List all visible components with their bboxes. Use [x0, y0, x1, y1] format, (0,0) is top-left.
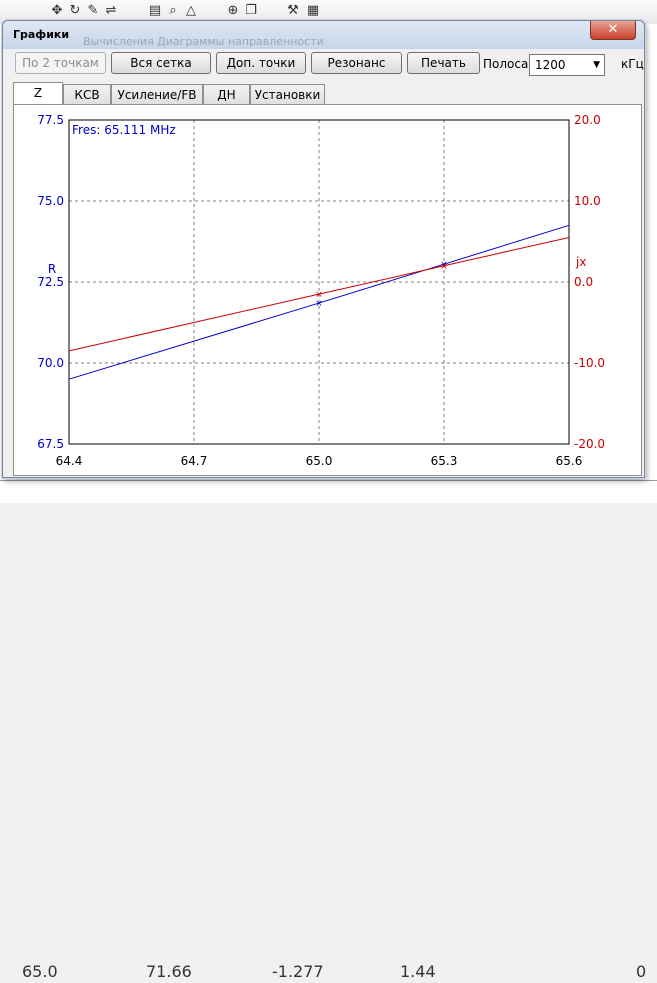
resonance-annotation: Fres: 65.111 MHz — [72, 123, 176, 137]
background-title-ghost: Вычисления Диаграммы направленности — [83, 35, 324, 48]
close-button[interactable]: ✕ — [590, 21, 636, 40]
tab-z[interactable]: Z — [13, 82, 63, 104]
series-marker-jx: × — [315, 290, 323, 300]
chart-panel: 64.4 64.7 65.0 65.3 65.6 67.5 70.0 72.5 75.0 77.5… — [13, 104, 642, 476]
magnifier-icon: ⌕ — [169, 3, 177, 18]
triangle-icon: △ — [186, 3, 196, 18]
bg-cell-freq: 65.0 — [22, 962, 58, 981]
full-grid-button[interactable]: Вся сетка — [111, 52, 211, 74]
close-icon: ✕ — [607, 22, 619, 37]
band-label: Полоса — [483, 57, 529, 71]
series-marker-jx: × — [440, 262, 448, 272]
y-left-tick-label: 67.5 — [37, 437, 64, 451]
band-select-value: 1200 — [535, 58, 566, 72]
print-button[interactable]: Печать — [407, 52, 480, 74]
edit-icon: ✎ — [87, 3, 99, 18]
x-tick-label: 64.4 — [56, 454, 83, 468]
bg-cell-extra: 0 — [636, 962, 647, 981]
y-left-axis-label: R — [48, 262, 56, 276]
document-icon: ▤ — [148, 3, 162, 18]
tab-gain-fb[interactable]: Усиление/FB — [111, 84, 203, 104]
z-chart: 64.4 64.7 65.0 65.3 65.6 67.5 70.0 72.5 75.0 77.5… — [37, 113, 605, 468]
y-right-tick-label: 20.0 — [574, 113, 601, 127]
tools-icon: ⚒ — [287, 3, 299, 18]
background-table-row: 65.0 71.66 -1.277 1.44 0 — [0, 480, 657, 981]
band-unit: кГц — [621, 57, 644, 71]
title-bar[interactable]: Вычисления Диаграммы направленности Граф… — [3, 21, 644, 49]
x-tick-label: 65.6 — [556, 454, 583, 468]
y-right-axis-label: jx — [575, 255, 586, 269]
y-left-tick-label: 77.5 — [37, 113, 64, 127]
chevron-down-icon: ▼ — [593, 60, 600, 70]
bg-cell-r: 71.66 — [146, 962, 192, 981]
y-left-tick-label: 75.0 — [37, 194, 64, 208]
y-right-tick-label: -10.0 — [574, 356, 605, 370]
x-tick-label: 65.0 — [306, 454, 333, 468]
resonance-button[interactable]: Резонанс — [311, 52, 402, 74]
tab-pattern[interactable]: ДН — [203, 84, 250, 104]
bg-cell-jx: -1.277 — [272, 962, 324, 981]
move-icon: ✥ — [51, 3, 63, 18]
x-tick-label: 64.7 — [181, 454, 208, 468]
calculator-icon: ▦ — [306, 3, 320, 18]
tab-swr[interactable]: КСВ — [63, 84, 111, 104]
copy-icon: ❐ — [245, 3, 257, 18]
graphs-window: Вычисления Диаграммы направленности Граф… — [2, 20, 645, 478]
x-tick-label: 65.3 — [431, 454, 458, 468]
y-left-tick-label: 70.0 — [37, 356, 64, 370]
y-right-tick-label: 10.0 — [574, 194, 601, 208]
series-marker-R: × — [315, 299, 323, 309]
tab-settings[interactable]: Установки — [250, 84, 325, 104]
bg-cell-swr: 1.44 — [400, 962, 436, 981]
y-left-tick-label: 72.5 — [37, 275, 64, 289]
by-two-points-button[interactable]: По 2 точкам — [15, 52, 106, 74]
y-right-tick-label: 0.0 — [574, 275, 593, 289]
target-icon: ⊕ — [227, 3, 239, 18]
y-right-tick-label: -20.0 — [574, 437, 605, 451]
extra-points-button[interactable]: Доп. точки — [216, 52, 306, 74]
band-select[interactable]: 1200 ▼ — [529, 54, 605, 76]
window-title: Графики — [13, 28, 70, 41]
rotate-icon: ↻ — [69, 3, 81, 18]
settings-icon: ⇌ — [105, 3, 117, 18]
